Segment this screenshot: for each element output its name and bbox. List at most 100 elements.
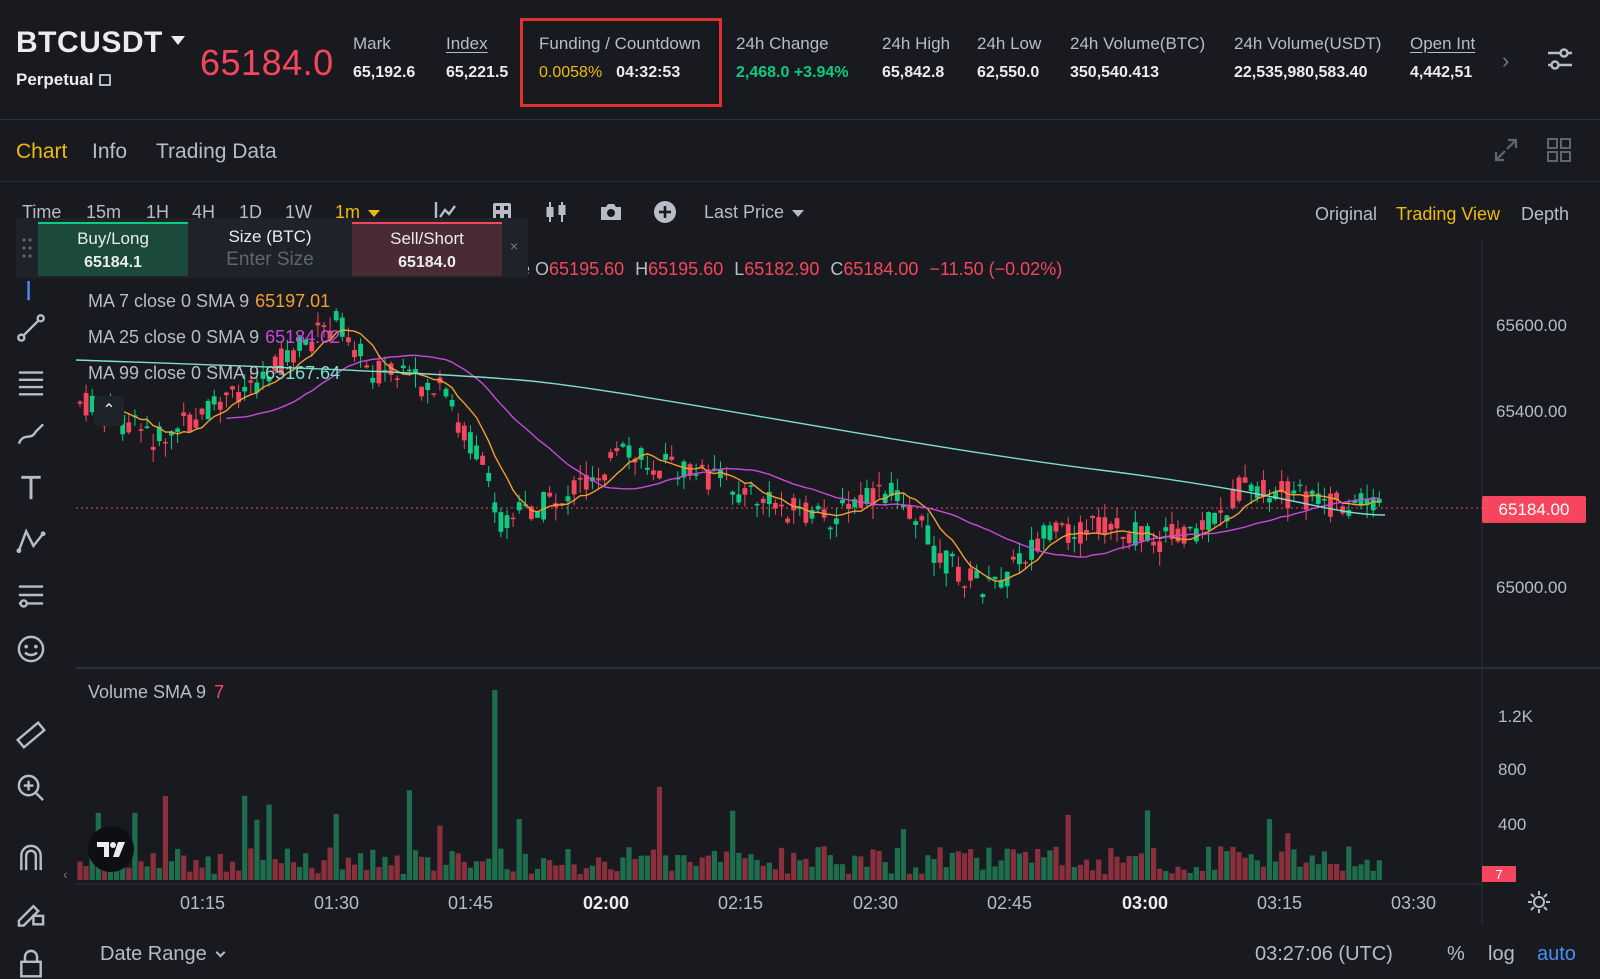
tab-info[interactable]: Info [92, 140, 127, 164]
drag-handle-icon[interactable] [20, 236, 34, 260]
order-size-input[interactable] [205, 249, 335, 271]
volume-bar [711, 850, 717, 880]
volume-bar [821, 846, 827, 880]
candle-body [193, 419, 199, 428]
stat-open-interest[interactable]: Open Int 4,442,51 [1410, 30, 1480, 90]
chevron-right-icon[interactable]: › [1502, 48, 1509, 74]
candle-body [931, 545, 937, 563]
auto-scale-toggle[interactable]: auto [1537, 943, 1576, 966]
volume-bar [1120, 862, 1126, 880]
volume-bar [1260, 866, 1266, 880]
volume-bar [1114, 856, 1120, 880]
collapse-legend-button[interactable]: ⌃ [94, 396, 124, 426]
volume-bar [168, 861, 175, 880]
volume-bar [870, 849, 876, 880]
volume-bar [534, 868, 541, 880]
zoom-in-icon[interactable] [8, 765, 54, 811]
candle-body [443, 388, 449, 397]
view-depth[interactable]: Depth [1521, 204, 1569, 225]
view-original[interactable]: Original [1315, 204, 1377, 225]
candle-body [962, 586, 967, 588]
date-range-select[interactable]: Date Range [100, 943, 226, 966]
volume-bar [449, 851, 455, 880]
pattern-icon[interactable] [8, 518, 54, 564]
fib-icon[interactable] [8, 572, 54, 618]
horizontal-lines-icon[interactable] [8, 358, 54, 404]
trendline-icon[interactable] [8, 305, 54, 351]
volume-bar [211, 873, 217, 880]
volume-bar [406, 790, 412, 880]
volume-bar [1212, 869, 1218, 880]
candle-body [571, 480, 577, 495]
tab-chart[interactable]: Chart [16, 140, 67, 164]
volume-bar [1022, 851, 1029, 880]
candle-body [425, 382, 431, 391]
percent-scale-toggle[interactable]: % [1447, 943, 1465, 966]
layout-grid-icon[interactable] [1546, 137, 1572, 163]
section-tabs: Chart Info Trading Data [0, 120, 1600, 182]
emoji-icon[interactable] [8, 626, 54, 672]
volume-bar [1151, 848, 1157, 880]
volume-bar [809, 866, 815, 880]
candle-body [1108, 524, 1114, 530]
settings-sliders-icon[interactable] [1546, 46, 1574, 72]
candle-body [394, 378, 400, 380]
stat-label[interactable]: Index [446, 34, 508, 54]
sun-settings-icon[interactable] [1527, 890, 1551, 914]
ma7-legend[interactable]: MA 7 close 0 SMA 9 65197.01 [88, 291, 330, 312]
price-type-label: Last Price [704, 202, 785, 222]
volume-bar [358, 853, 364, 880]
sell-short-button[interactable]: Sell/Short 65184.0 [352, 222, 502, 276]
chevron-down-icon [368, 209, 381, 217]
ma99-legend[interactable]: MA 99 close 0 SMA 9 65167.64 [88, 363, 340, 384]
tradingview-logo[interactable] [88, 826, 134, 872]
volume-bar [1230, 846, 1236, 880]
brush-icon[interactable] [8, 411, 54, 457]
stat-label[interactable]: Open Int [1410, 34, 1475, 54]
volume-bar [1370, 870, 1376, 880]
price-type-select[interactable]: Last Price [704, 202, 805, 223]
ruler-icon[interactable] [8, 712, 54, 758]
candle-body [291, 350, 296, 363]
magnet-icon[interactable] [8, 835, 54, 881]
stat-label: 24h Volume(USDT) [1234, 34, 1382, 53]
candle-body [669, 456, 675, 460]
candle-body [876, 484, 882, 487]
volume-legend[interactable]: Volume SMA 9 7 [88, 682, 224, 703]
candle-body [1303, 491, 1309, 510]
view-trading-view[interactable]: Trading View [1396, 204, 1500, 225]
stat-index[interactable]: Index 65,221.5 [446, 34, 508, 82]
book-icon[interactable] [99, 74, 112, 86]
candle-body [730, 491, 736, 495]
candle-body [748, 485, 754, 487]
volume-bar [528, 873, 534, 880]
log-scale-toggle[interactable]: log [1488, 943, 1515, 966]
expand-icon[interactable] [1493, 137, 1519, 163]
candles-icon[interactable] [542, 198, 570, 226]
tab-trading-data[interactable]: Trading Data [156, 140, 277, 164]
close-icon[interactable]: × [510, 238, 518, 254]
volume-bar [400, 873, 406, 880]
volume-bar [1273, 861, 1279, 880]
ma25-legend[interactable]: MA 25 close 0 SMA 9 65184.02 [88, 327, 340, 348]
lock-icon[interactable] [8, 940, 54, 979]
buy-long-button[interactable]: Buy/Long 65184.1 [38, 222, 188, 276]
time-axis-label: 02:00 [583, 893, 630, 913]
symbol-selector[interactable]: BTCUSDT [16, 26, 185, 60]
camera-icon[interactable] [597, 198, 625, 226]
candle-body [565, 496, 571, 502]
lock-pencil-icon[interactable] [8, 888, 54, 934]
candle-body [144, 426, 150, 428]
candle-body [644, 467, 650, 470]
plus-circle-icon[interactable] [651, 198, 679, 226]
candle-body [1132, 522, 1138, 546]
candle-body [205, 400, 211, 420]
candle-body [211, 396, 217, 405]
candle-body [1230, 488, 1236, 509]
candle-body [913, 521, 919, 526]
text-icon[interactable] [8, 464, 54, 510]
chevron-left-icon[interactable]: ‹ [63, 866, 68, 882]
volume-bar [431, 870, 437, 880]
stat-value: 2,468.0 +3.94% [736, 64, 849, 81]
stat-label: 24h Change [736, 34, 829, 53]
